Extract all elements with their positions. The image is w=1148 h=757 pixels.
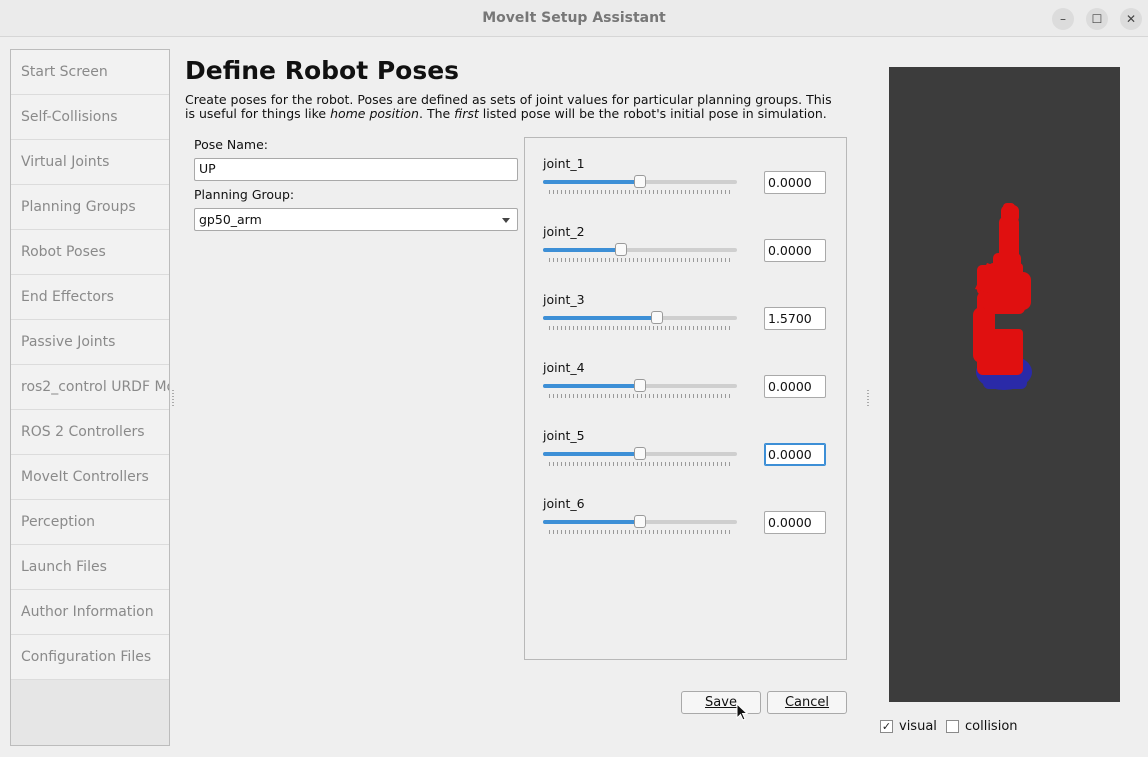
slider-ticks	[549, 326, 731, 330]
joint-slider[interactable]	[543, 379, 737, 392]
chevron-down-icon	[502, 218, 510, 223]
sidebar-item-passive-joints[interactable]: Passive Joints	[11, 320, 169, 365]
joint-value-input[interactable]: 0.0000	[764, 511, 826, 534]
cancel-button[interactable]: Cancel	[767, 691, 847, 714]
page-title: Define Robot Poses	[185, 56, 460, 85]
pose-name-label: Pose Name:	[194, 137, 269, 152]
joint-name: joint_5	[543, 428, 585, 443]
slider-handle[interactable]	[634, 447, 646, 460]
sidebar-item-start-screen[interactable]: Start Screen	[11, 50, 169, 95]
joint-sliders-panel: joint_1 0.0000 joint_2 0.0000 joint_3 1.…	[524, 137, 847, 660]
robot-3d-viewer[interactable]	[889, 67, 1120, 702]
sidebar-item-virtual-joints[interactable]: Virtual Joints	[11, 140, 169, 185]
viewer-splitter-handle[interactable]	[867, 390, 869, 406]
planning-group-value: gp50_arm	[199, 212, 262, 227]
joint-name: joint_6	[543, 496, 585, 511]
slider-handle[interactable]	[651, 311, 663, 324]
desc-text-3: listed pose will be the robot's initial …	[478, 106, 827, 121]
sidebar-item-configuration-files[interactable]: Configuration Files	[11, 635, 169, 680]
maximize-icon[interactable]: ☐	[1086, 8, 1108, 30]
joint-value-input[interactable]: 1.5700	[764, 307, 826, 330]
pose-name-input[interactable]: UP	[194, 158, 518, 181]
slider-fill	[543, 384, 640, 388]
sidebar-item-perception[interactable]: Perception	[11, 500, 169, 545]
joint-slider[interactable]	[543, 243, 737, 256]
close-icon[interactable]: ✕	[1120, 8, 1142, 30]
desc-text-2: . The	[419, 106, 455, 121]
joint-slider[interactable]	[543, 515, 737, 528]
joint-slider[interactable]	[543, 311, 737, 324]
joint-value-input[interactable]: 0.0000	[764, 171, 826, 194]
joint-row: joint_5 0.0000	[543, 428, 833, 488]
save-button[interactable]: Save	[681, 691, 761, 714]
robot-model-render	[973, 203, 1032, 390]
slider-fill	[543, 452, 640, 456]
mouse-cursor-icon	[736, 703, 748, 721]
page-description: Create poses for the robot. Poses are de…	[185, 93, 835, 121]
joint-slider[interactable]	[543, 447, 737, 460]
slider-fill	[543, 180, 640, 184]
checkbox-visual[interactable]: ✓	[880, 720, 893, 733]
slider-fill	[543, 520, 640, 524]
slider-handle[interactable]	[634, 379, 646, 392]
desc-emphasis-home-position: home position	[330, 106, 419, 121]
joint-name: joint_3	[543, 292, 585, 307]
slider-handle[interactable]	[634, 175, 646, 188]
joint-row: joint_1 0.0000	[543, 156, 833, 216]
robot-arm	[973, 203, 1031, 375]
joint-row: joint_4 0.0000	[543, 360, 833, 420]
joint-slider[interactable]	[543, 175, 737, 188]
slider-fill	[543, 316, 657, 320]
sidebar-item-moveit-controllers[interactable]: MoveIt Controllers	[11, 455, 169, 500]
joint-name: joint_1	[543, 156, 585, 171]
slider-handle[interactable]	[634, 515, 646, 528]
joint-value-input[interactable]: 0.0000	[764, 239, 826, 262]
sidebar-item-ros2-control-urdf[interactable]: ros2_control URDF Mo	[11, 365, 169, 410]
slider-ticks	[549, 258, 731, 262]
joint-value-input[interactable]: 0.0000	[764, 375, 826, 398]
sidebar-nav: Start Screen Self-Collisions Virtual Joi…	[10, 49, 170, 746]
joint-row: joint_2 0.0000	[543, 224, 833, 284]
desc-emphasis-first: first	[454, 106, 479, 121]
planning-group-select[interactable]: gp50_arm	[194, 208, 518, 231]
slider-ticks	[549, 190, 731, 194]
checkbox-collision[interactable]	[946, 720, 959, 733]
joint-row: joint_6 0.0000	[543, 496, 833, 556]
joint-name: joint_2	[543, 224, 585, 239]
title-bar: MoveIt Setup Assistant – ☐ ✕	[0, 0, 1148, 37]
sidebar-item-robot-poses[interactable]: Robot Poses	[11, 230, 169, 275]
joint-row: joint_3 1.5700	[543, 292, 833, 352]
slider-handle[interactable]	[615, 243, 627, 256]
slider-fill	[543, 248, 621, 252]
collision-label: collision	[965, 719, 1018, 734]
sidebar-item-launch-files[interactable]: Launch Files	[11, 545, 169, 590]
sidebar-item-author-information[interactable]: Author Information	[11, 590, 169, 635]
sidebar-item-end-effectors[interactable]: End Effectors	[11, 275, 169, 320]
slider-ticks	[549, 394, 731, 398]
minimize-icon[interactable]: –	[1052, 8, 1074, 30]
sidebar-item-planning-groups[interactable]: Planning Groups	[11, 185, 169, 230]
sidebar-item-self-collisions[interactable]: Self-Collisions	[11, 95, 169, 140]
joint-name: joint_4	[543, 360, 585, 375]
sidebar-item-ros2-controllers[interactable]: ROS 2 Controllers	[11, 410, 169, 455]
planning-group-label: Planning Group:	[194, 187, 295, 202]
slider-ticks	[549, 462, 731, 466]
sidebar-splitter-handle[interactable]	[172, 390, 174, 406]
slider-ticks	[549, 530, 731, 534]
visual-label: visual	[899, 719, 937, 734]
joint-value-input[interactable]: 0.0000	[764, 443, 826, 466]
window-title: MoveIt Setup Assistant	[482, 10, 666, 26]
